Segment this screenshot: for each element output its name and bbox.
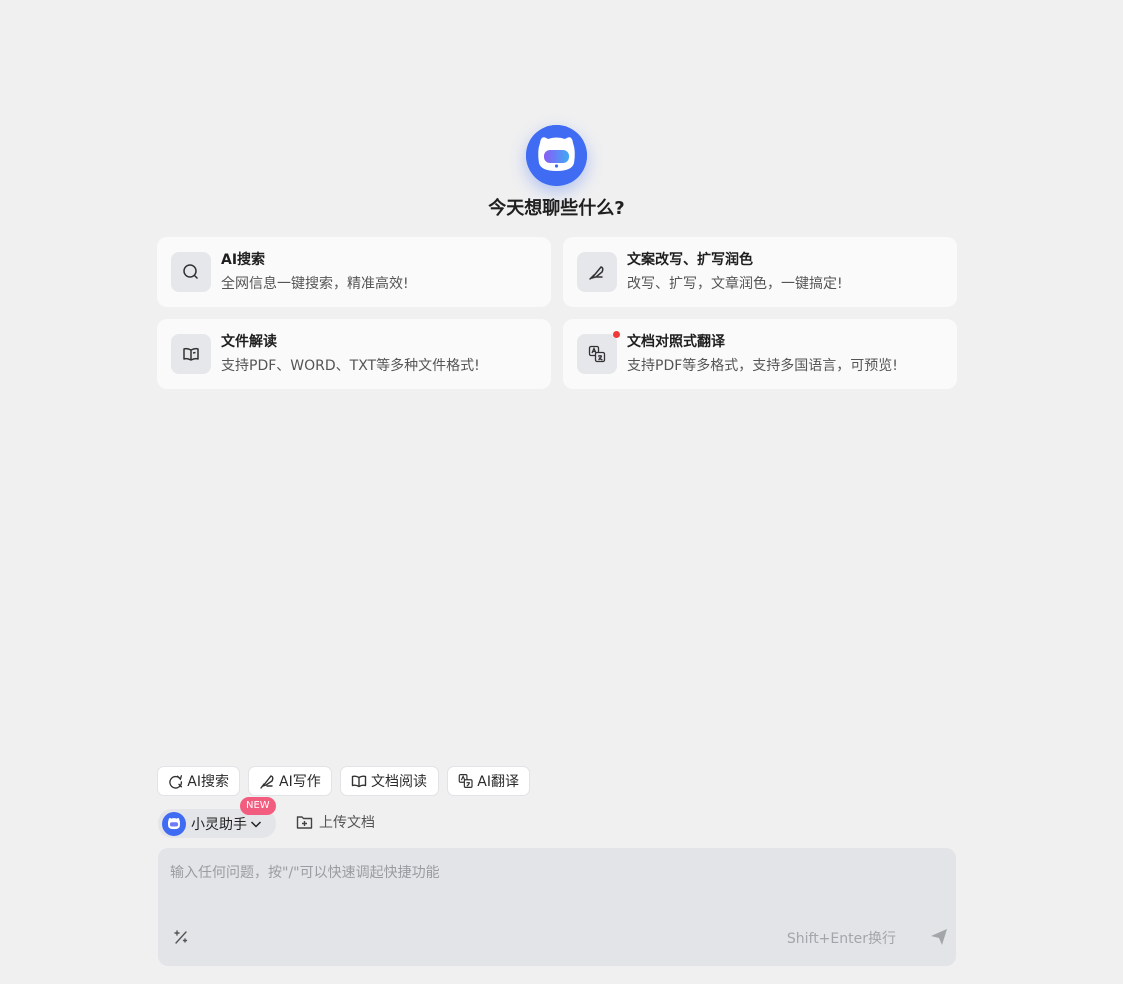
card-ai-search[interactable]: AI搜索 全网信息一键搜索，精准高效!	[157, 237, 551, 307]
magic-wand-icon[interactable]	[173, 929, 189, 949]
send-icon[interactable]	[930, 928, 948, 950]
quick-action-ai-search[interactable]: AI搜索	[157, 766, 240, 796]
card-title: 文件解读	[221, 334, 277, 350]
pen-icon	[260, 775, 274, 789]
card-copywriting[interactable]: 文案改写、扩写润色 改写、扩写，文章润色，一键搞定!	[563, 237, 957, 307]
newline-hint: Shift+Enter换行	[786, 931, 896, 947]
card-title: 文案改写、扩写润色	[627, 252, 753, 268]
card-desc: 改写、扩写，文章润色，一键搞定!	[627, 276, 843, 292]
card-desc: 支持PDF、WORD、TXT等多种文件格式!	[221, 358, 480, 374]
folder-plus-icon	[296, 815, 313, 829]
ai-search-icon	[169, 775, 183, 789]
chip-label: AI翻译	[477, 774, 519, 790]
card-desc: 支持PDF等多格式，支持多国语言，可预览!	[627, 358, 898, 374]
new-badge: NEW	[240, 797, 276, 815]
page-title: 今天想聊些什么?	[488, 198, 625, 219]
quick-action-doc-reading[interactable]: 文档阅读	[340, 766, 439, 796]
quick-action-ai-writing[interactable]: AI写作	[248, 766, 332, 796]
chip-label: AI搜索	[187, 774, 229, 790]
card-file-reading[interactable]: 文件解读 支持PDF、WORD、TXT等多种文件格式!	[157, 319, 551, 389]
upload-label: 上传文档	[319, 815, 375, 831]
card-title: 文档对照式翻译	[627, 334, 725, 350]
quick-action-ai-translate[interactable]: AI翻译	[447, 766, 530, 796]
chevron-down-icon	[250, 820, 262, 828]
chip-label: 文档阅读	[371, 774, 427, 790]
input-placeholder: 输入任何问题，按"/"可以快速调起快捷功能	[170, 865, 440, 881]
new-indicator-dot	[613, 331, 620, 338]
card-title: AI搜索	[221, 252, 266, 268]
card-doc-translate[interactable]: 文档对照式翻译 支持PDF等多格式，支持多国语言，可预览!	[563, 319, 957, 389]
book-icon	[171, 334, 211, 374]
chip-label: AI写作	[279, 774, 321, 790]
book-icon	[351, 775, 367, 788]
card-desc: 全网信息一键搜索，精准高效!	[221, 276, 409, 292]
model-name: 小灵助手	[191, 816, 247, 833]
feather-pen-icon	[577, 252, 617, 292]
chat-input[interactable]: 输入任何问题，按"/"可以快速调起快捷功能 Shift+Enter换行	[158, 848, 956, 966]
app-logo	[526, 125, 587, 186]
translate-icon	[458, 774, 473, 788]
upload-document-button[interactable]: 上传文档	[296, 812, 375, 832]
search-icon	[171, 252, 211, 292]
translate-icon	[577, 331, 620, 374]
assistant-avatar-icon	[162, 811, 186, 836]
